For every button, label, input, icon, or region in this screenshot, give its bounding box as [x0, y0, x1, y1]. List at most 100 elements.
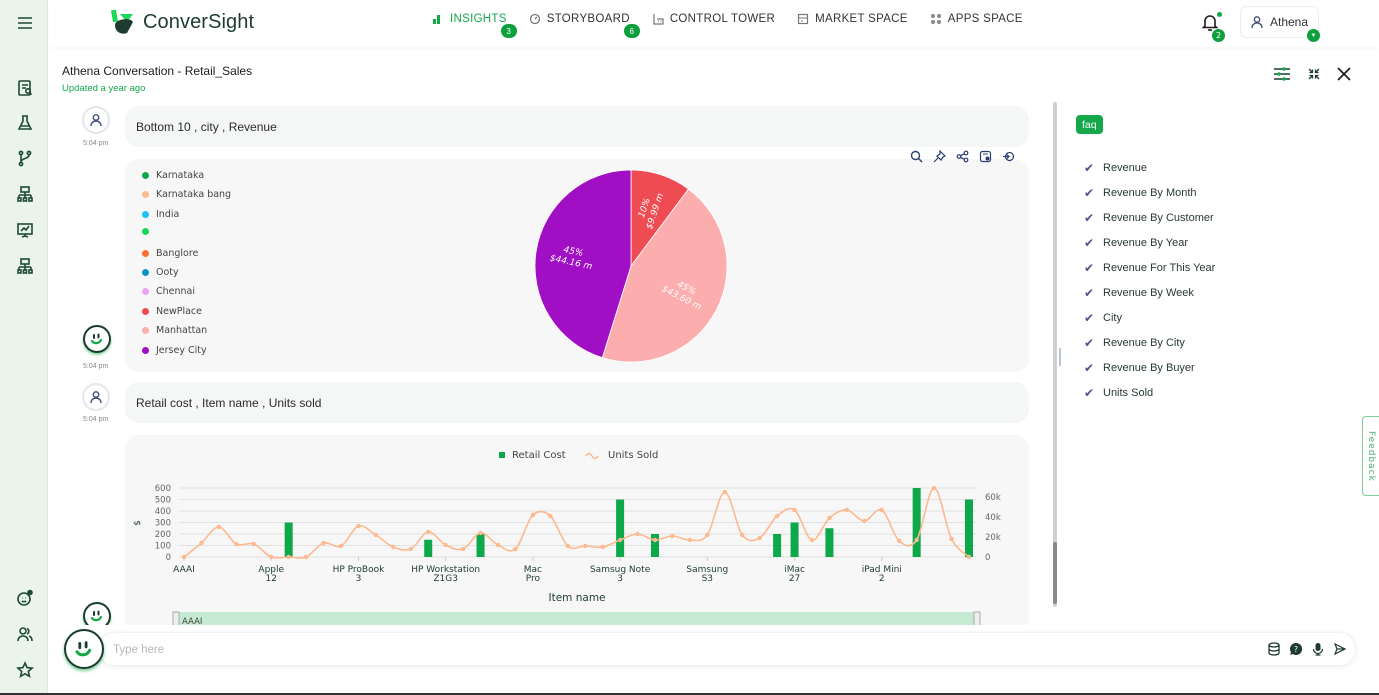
point-units-sold[interactable]	[583, 543, 588, 549]
star-icon[interactable]	[14, 659, 36, 681]
report-search-icon[interactable]	[14, 77, 36, 99]
point-units-sold[interactable]	[216, 524, 222, 530]
bar-retail-cost[interactable]	[965, 499, 973, 558]
faq-item[interactable]: ✔ Revenue By City	[1084, 331, 1215, 356]
collapse-button[interactable]	[1307, 67, 1321, 81]
point-units-sold[interactable]	[931, 485, 937, 491]
zoom-slider-handle-end[interactable]	[973, 611, 981, 625]
point-units-sold[interactable]	[600, 544, 605, 550]
notifications-button[interactable]: 2	[1200, 12, 1225, 42]
hamburger-menu-icon[interactable]	[14, 12, 36, 34]
point-units-sold[interactable]	[373, 532, 379, 538]
database-button[interactable]	[1267, 642, 1281, 656]
faq-item[interactable]: ✔ City	[1084, 306, 1215, 331]
hierarchy-icon[interactable]	[14, 183, 36, 205]
bar-retail-cost[interactable]	[773, 534, 782, 557]
point-units-sold[interactable]	[234, 541, 239, 547]
faq-item[interactable]: ✔ Revenue By Month	[1084, 180, 1215, 205]
zoom-slider-handle-start[interactable]	[172, 611, 180, 625]
brand-logo[interactable]: ConverSight	[109, 8, 254, 36]
point-units-sold[interactable]	[862, 518, 867, 524]
point-units-sold[interactable]	[792, 507, 797, 513]
user-menu-button[interactable]: Athena ▼	[1240, 6, 1320, 42]
point-units-sold[interactable]	[338, 543, 344, 549]
point-units-sold[interactable]	[443, 542, 448, 548]
point-units-sold[interactable]	[914, 537, 919, 543]
point-units-sold[interactable]	[757, 535, 762, 541]
chat-scrollbar-thumb[interactable]	[1053, 542, 1057, 604]
point-units-sold[interactable]	[809, 537, 815, 543]
point-units-sold[interactable]	[269, 554, 274, 560]
faq-item[interactable]: ✔ Units Sold	[1084, 381, 1215, 406]
point-units-sold[interactable]	[774, 513, 780, 519]
point-units-sold[interactable]	[199, 540, 204, 546]
point-units-sold[interactable]	[670, 533, 675, 539]
filter-settings-button[interactable]	[1273, 66, 1291, 82]
point-units-sold[interactable]	[722, 489, 727, 495]
flask-icon[interactable]	[14, 112, 36, 134]
point-units-sold[interactable]	[495, 542, 501, 548]
bar-retail-cost[interactable]	[912, 488, 921, 557]
point-units-sold[interactable]	[478, 530, 483, 536]
bar-retail-cost[interactable]	[616, 499, 625, 558]
point-units-sold[interactable]	[286, 554, 291, 560]
panel-resize-handle[interactable]	[1059, 348, 1061, 366]
point-units-sold[interactable]	[879, 507, 884, 513]
bot-launcher[interactable]	[64, 629, 104, 669]
nav-apps-space[interactable]: APPS SPACE	[930, 13, 1023, 25]
point-units-sold[interactable]	[740, 532, 745, 538]
close-button[interactable]	[1337, 67, 1351, 81]
send-button[interactable]	[1333, 642, 1347, 656]
point-units-sold[interactable]	[408, 546, 413, 552]
point-units-sold[interactable]	[356, 523, 361, 529]
chat-scrollbar[interactable]	[1053, 102, 1057, 607]
zoom-slider-range[interactable]	[175, 612, 976, 625]
bar-retail-cost[interactable]	[651, 534, 659, 557]
help-button[interactable]: ?	[1289, 642, 1303, 656]
org-chart-icon[interactable]	[14, 255, 36, 277]
point-units-sold[interactable]	[652, 537, 658, 543]
bar-retail-cost[interactable]	[476, 534, 485, 557]
legend-label[interactable]: Units Sold	[608, 450, 658, 461]
legend-label[interactable]: Retail Cost	[512, 450, 566, 461]
point-units-sold[interactable]	[513, 546, 518, 552]
point-units-sold[interactable]	[687, 537, 693, 543]
bar-retail-cost[interactable]	[284, 522, 293, 558]
point-units-sold[interactable]	[321, 540, 326, 546]
point-units-sold[interactable]	[391, 544, 396, 550]
bar-retail-cost[interactable]	[825, 528, 834, 557]
branch-icon[interactable]	[14, 147, 36, 169]
point-units-sold[interactable]	[426, 529, 431, 535]
nav-insights[interactable]: INSIGHTS 3	[432, 13, 517, 38]
point-units-sold[interactable]	[530, 512, 536, 518]
bar-retail-cost[interactable]	[790, 522, 799, 558]
point-units-sold[interactable]	[617, 537, 623, 543]
chat-input[interactable]	[113, 640, 1253, 660]
nav-control-tower[interactable]: CONTROL TOWER	[652, 13, 775, 25]
point-units-sold[interactable]	[251, 541, 256, 547]
point-units-sold[interactable]	[548, 513, 553, 519]
point-units-sold[interactable]	[897, 538, 902, 544]
faq-item[interactable]: ✔ Revenue By Customer	[1084, 205, 1215, 230]
faq-item[interactable]: ✔ Revenue By Year	[1084, 230, 1215, 255]
faq-item[interactable]: ✔ Revenue For This Year	[1084, 255, 1215, 280]
bar-retail-cost[interactable]	[424, 539, 433, 557]
bot-settings-icon[interactable]	[14, 587, 36, 609]
microphone-button[interactable]	[1311, 642, 1325, 656]
point-units-sold[interactable]	[966, 554, 972, 560]
presentation-chart-icon[interactable]	[14, 219, 36, 241]
faq-item[interactable]: ✔ Revenue By Buyer	[1084, 356, 1215, 381]
point-units-sold[interactable]	[181, 554, 187, 560]
nav-storyboard[interactable]: STORYBOARD 6	[529, 13, 640, 38]
nav-market-space[interactable]: MARKET SPACE	[797, 13, 908, 25]
users-icon[interactable]	[14, 623, 36, 645]
chevron-down-icon[interactable]: ▼	[1307, 29, 1320, 42]
point-units-sold[interactable]	[303, 554, 309, 560]
faq-item[interactable]: ✔ Revenue By Week	[1084, 280, 1215, 305]
point-units-sold[interactable]	[460, 546, 466, 552]
point-units-sold[interactable]	[565, 543, 570, 549]
point-units-sold[interactable]	[827, 515, 832, 521]
faq-tag[interactable]: faq	[1076, 115, 1103, 134]
feedback-tab[interactable]: Feedback	[1362, 416, 1379, 496]
faq-item[interactable]: ✔ Revenue	[1084, 155, 1215, 180]
